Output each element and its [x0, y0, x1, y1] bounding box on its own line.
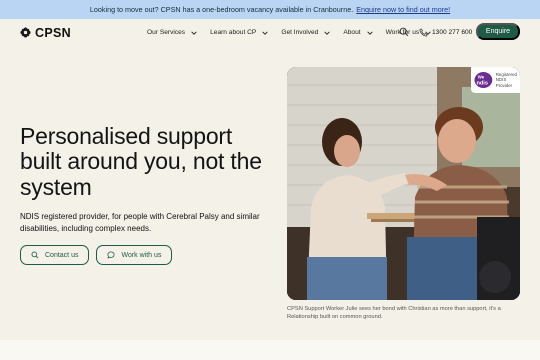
nav-label: Get Involved: [281, 29, 319, 36]
nav-item-get-involved[interactable]: Get Involved: [281, 29, 331, 37]
photo-caption: CPSN Support Worker Julie sees her bond …: [287, 306, 501, 321]
logo[interactable]: CPSN: [20, 26, 71, 40]
nav-item-about[interactable]: About: [343, 29, 373, 37]
chevron-down-icon: [191, 30, 197, 35]
hero-subtitle: NDIS registered provider, for people wit…: [20, 212, 260, 234]
ndis-badge-text: Registered NDIS Provider: [496, 72, 517, 87]
nav-item-our-services[interactable]: Our Services: [147, 29, 198, 37]
hero-photo-illustration: [287, 67, 520, 300]
ndis-logo-icon: We ndis: [474, 72, 493, 88]
hero-photo: [287, 67, 520, 300]
site-header: CPSN Our Services Learn about CP Get Inv…: [0, 19, 540, 46]
search-icon: [31, 251, 39, 259]
contact-us-label: Contact us: [45, 251, 79, 259]
nav-label: Learn about CP: [210, 29, 257, 36]
hero-title: Personalised support built around you, n…: [20, 123, 262, 200]
phone-number: 1300 277 600: [432, 29, 473, 36]
chevron-down-icon: [366, 30, 373, 35]
hero-actions: Contact us Work with us: [20, 245, 173, 265]
work-with-us-button[interactable]: Work with us: [96, 245, 173, 265]
contact-us-button[interactable]: Contact us: [20, 245, 90, 265]
enquire-button[interactable]: Enquire: [476, 23, 520, 40]
work-with-us-label: Work with us: [121, 251, 162, 259]
phone-icon: [419, 28, 428, 37]
ndis-logo-we: We: [478, 74, 485, 79]
phone-link[interactable]: 1300 277 600: [419, 19, 472, 46]
ndis-badge: We ndis Registered NDIS Provider: [471, 67, 520, 93]
flower-icon: [20, 27, 31, 38]
nav-label: About: [343, 29, 361, 36]
chevron-down-icon: [262, 30, 269, 35]
nav-item-learn-about-cp[interactable]: Learn about CP: [210, 29, 269, 37]
announcement-bar: Looking to move out? CPSN has a one-bedr…: [0, 0, 540, 19]
search-icon[interactable]: [399, 27, 409, 37]
nav-label: Our Services: [147, 29, 186, 36]
ndis-logo-ndis: ndis: [476, 80, 488, 86]
logo-text: CPSN: [35, 25, 71, 40]
next-section: [0, 340, 540, 360]
announcement-link[interactable]: Enquire now to find out more!: [356, 5, 450, 14]
announcement-text: Looking to move out? CPSN has a one-bedr…: [89, 5, 354, 14]
chevron-down-icon: [324, 30, 331, 35]
ndis-badge-line: Provider: [495, 82, 513, 88]
chat-icon: [107, 251, 115, 259]
